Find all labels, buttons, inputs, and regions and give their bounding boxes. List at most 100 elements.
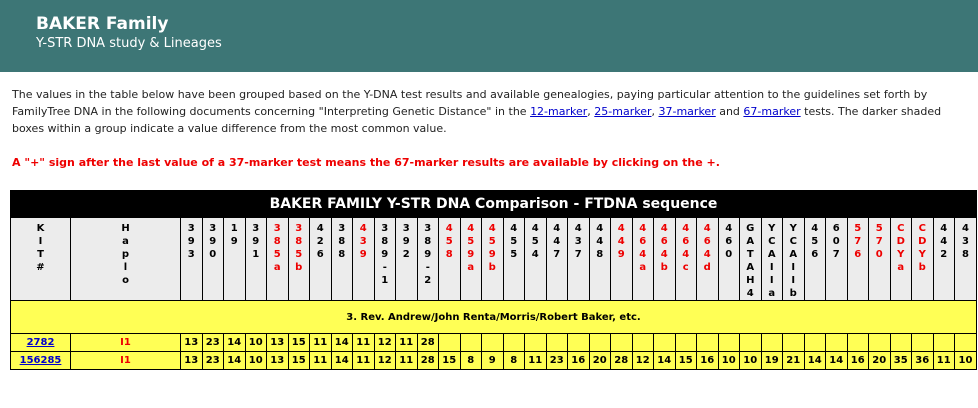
page-subtitle: Y-STR DNA study & Lineages: [36, 36, 222, 51]
value-cell: [717, 333, 741, 352]
kit-column-header: K I T #: [10, 217, 71, 301]
value-cell: 28: [416, 333, 440, 352]
value-cell: [760, 333, 784, 352]
value-cell: [653, 333, 676, 352]
value-cell: 14: [330, 351, 354, 370]
value-cell: 36: [911, 351, 934, 370]
value-cell: [911, 333, 934, 352]
kit-cell: 2782: [10, 333, 71, 352]
page-title: BAKER Family: [36, 14, 169, 34]
value-cell: [846, 333, 870, 352]
value-cell: 12: [373, 351, 397, 370]
group-label: 3. Rev. Andrew/John Renta/Morris/Robert …: [10, 300, 977, 334]
value-cell: [545, 333, 569, 352]
value-cell: [502, 333, 526, 352]
value-cell: [889, 333, 913, 352]
value-cell: 16: [846, 351, 870, 370]
marker-header-cdya: CDYa: [889, 217, 913, 301]
value-cell: 19: [760, 351, 784, 370]
link-67-marker[interactable]: 67-marker: [743, 105, 800, 118]
value-cell: 14: [223, 333, 246, 352]
value-cell: 11: [395, 333, 418, 352]
kit-link[interactable]: 2782: [27, 337, 55, 348]
value-cell: 13: [266, 351, 289, 370]
value-cell: 11: [309, 351, 332, 370]
value-cell: 23: [201, 351, 225, 370]
value-cell: 11: [309, 333, 332, 352]
value-cell: 23: [201, 333, 225, 352]
value-cell: [610, 333, 633, 352]
marker-header-464b: 464b: [653, 217, 676, 301]
value-cell: 14: [223, 351, 246, 370]
value-cell: [524, 333, 547, 352]
value-cell: 16: [696, 351, 719, 370]
value-cell: 20: [588, 351, 612, 370]
value-cell: [674, 333, 698, 352]
marker-header-3891: 389-1: [373, 217, 397, 301]
value-cell: [588, 333, 612, 352]
marker-header-464a: 464a: [631, 217, 655, 301]
marker-header-448: 448: [588, 217, 612, 301]
value-cell: [438, 333, 461, 352]
value-cell: 8: [502, 351, 526, 370]
marker-header-449: 449: [610, 217, 633, 301]
value-cell: 20: [868, 351, 891, 370]
value-cell: 12: [631, 351, 655, 370]
marker-header-454: 454: [524, 217, 547, 301]
value-cell: 13: [180, 351, 203, 370]
value-cell: [782, 333, 805, 352]
value-cell: 16: [567, 351, 590, 370]
marker-header-393: 393: [180, 217, 203, 301]
value-cell: 15: [287, 351, 311, 370]
link-12-marker[interactable]: 12-marker: [530, 105, 587, 118]
marker-header-570: 570: [868, 217, 891, 301]
value-cell: [567, 333, 590, 352]
marker-header-464c: 464c: [674, 217, 698, 301]
marker-header-385b: 385b: [287, 217, 311, 301]
marker-header-row: K I T # Ha p l o 3 9 3 3 9 0 1 9 3 9 1 3 8 5 a 3 8 5 b 4 2 6 3 8 8 4 3 9 3 8 9…: [10, 217, 977, 301]
value-cell: 10: [244, 351, 268, 370]
value-cell: [739, 333, 762, 352]
marker-header-455: 455: [502, 217, 526, 301]
marker-header-464d: 464d: [696, 217, 719, 301]
ystr-comparison-table: BAKER FAMILY Y-STR DNA Comparison - FTDN…: [10, 190, 977, 370]
haplo-cell: I1: [69, 351, 182, 370]
marker-header-458: 458: [438, 217, 461, 301]
value-cell: 14: [330, 333, 354, 352]
value-cell: 15: [438, 351, 461, 370]
intro-paragraph: The values in the table below have been …: [12, 86, 972, 137]
link-37-marker[interactable]: 37-marker: [659, 105, 716, 118]
value-cell: 8: [459, 351, 483, 370]
value-cell: 13: [266, 333, 289, 352]
marker-header-392: 392: [395, 217, 418, 301]
value-cell: 14: [825, 351, 848, 370]
marker-header-456: 456: [803, 217, 827, 301]
link-25-marker[interactable]: 25-marker: [594, 105, 651, 118]
marker-header-ycaiib: YCAIIb: [782, 217, 805, 301]
kit-link[interactable]: 156285: [20, 355, 62, 366]
value-cell: 14: [803, 351, 827, 370]
haplo-cell: I1: [69, 333, 182, 352]
plus-sign-note: A "+" sign after the last value of a 37-…: [12, 156, 720, 169]
value-cell: 28: [416, 351, 440, 370]
value-cell: [803, 333, 827, 352]
marker-header-19: 19: [223, 217, 246, 301]
value-cell: 12: [373, 333, 397, 352]
marker-header-607: 607: [825, 217, 848, 301]
marker-header-576: 576: [846, 217, 870, 301]
marker-header-438: 438: [954, 217, 977, 301]
table-row: 156285 I1 13 23 14 10 13 15 11 14 11 12 11 28 15 8 9 8 11 2…: [10, 351, 977, 370]
value-cell: 11: [352, 351, 375, 370]
value-cell: 23: [545, 351, 569, 370]
haplo-column-header: Haplo: [69, 217, 182, 301]
marker-header-390: 390: [201, 217, 225, 301]
value-cell: 11: [352, 333, 375, 352]
marker-header-439: 439: [352, 217, 375, 301]
value-cell: 10: [739, 351, 762, 370]
value-cell: 9: [481, 351, 504, 370]
value-cell: [868, 333, 891, 352]
value-cell: 11: [932, 351, 956, 370]
value-cell: 15: [287, 333, 311, 352]
value-cell: 11: [524, 351, 547, 370]
marker-header-447: 447: [545, 217, 569, 301]
